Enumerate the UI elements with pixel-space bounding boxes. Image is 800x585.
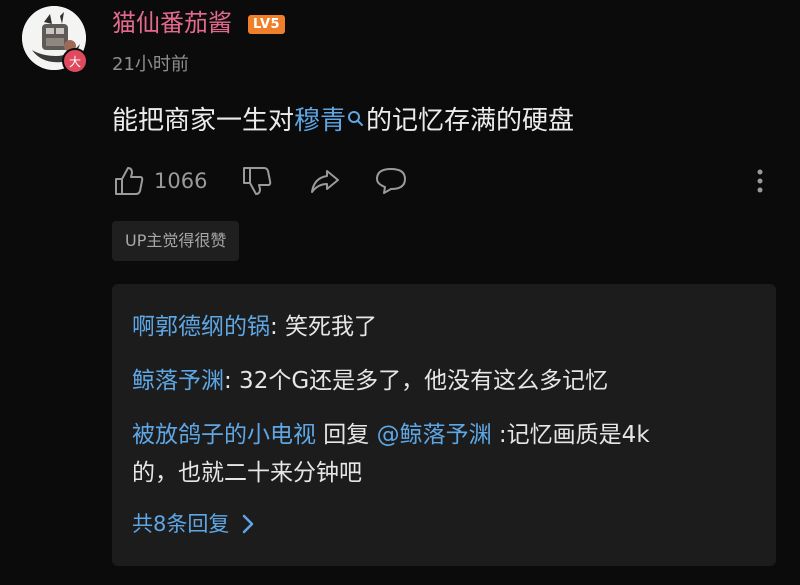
comment-bubble-icon [376, 168, 406, 194]
avatar-badge: 大 [62, 48, 88, 74]
search-link-text[interactable]: 穆青 [294, 106, 346, 136]
reply-text: : 32个G还是多了，他没有这么多记忆 [224, 368, 609, 394]
reply-nick[interactable]: 啊郭德纲的锅 [132, 314, 270, 340]
search-link[interactable]: 穆青 [294, 106, 366, 136]
comment-text-end: 的记忆存满的硬盘 [366, 106, 575, 136]
reply-text-continued: 的，也就二十来分钟吧 [132, 460, 362, 486]
reply-word: 回复 [316, 422, 377, 448]
more-options-button[interactable] [750, 160, 770, 202]
reply-nick[interactable]: 鲸落予渊 [132, 368, 224, 394]
share-button[interactable] [308, 160, 342, 202]
share-icon [311, 170, 339, 193]
thumbs-up-icon [115, 167, 144, 195]
replies-panel: 啊郭德纲的锅: 笑死我了 鲸落予渊: 32个G还是多了，他没有这么多记忆 被放鸽… [112, 284, 776, 566]
view-more-replies[interactable]: 共8条回复 [132, 506, 255, 542]
comment-text-start: 能把商家一生对 [112, 106, 295, 136]
reply-mention[interactable]: @鲸落予渊 [377, 422, 492, 448]
reply-item[interactable]: 被放鸽子的小电视 回复 @鲸落予渊 :记忆画质是4k 的，也就二十来分钟吧 [132, 416, 752, 492]
view-more-replies-label[interactable]: 共8条回复 [132, 506, 229, 542]
chevron-right-icon [243, 514, 254, 534]
up-liked-tag: UP主觉得很赞 [112, 221, 240, 261]
reply-text: :记忆画质是4k [491, 422, 650, 448]
reply-item[interactable]: 鲸落予渊: 32个G还是多了，他没有这么多记忆 [132, 362, 752, 400]
reply-button[interactable] [374, 160, 408, 202]
level-badge: LV5 [248, 15, 286, 34]
reply-item[interactable]: 啊郭德纲的锅: 笑死我了 [132, 308, 752, 346]
reply-text: : 笑死我了 [270, 314, 378, 340]
timestamp: 21小时前 [112, 54, 189, 75]
action-row: 1066 [112, 160, 782, 202]
thumbs-down-icon [243, 167, 272, 195]
comment-text: 能把商家一生对穆青 的记忆存满的硬盘 [112, 102, 574, 140]
dislike-button[interactable] [240, 160, 274, 202]
search-icon [348, 111, 364, 126]
reply-nick[interactable]: 被放鸽子的小电视 [132, 422, 316, 448]
like-button[interactable]: 1066 [112, 160, 207, 202]
like-count: 1066 [154, 169, 208, 193]
more-vertical-icon [757, 169, 763, 193]
username[interactable]: 猫仙番茄酱 [112, 6, 232, 40]
